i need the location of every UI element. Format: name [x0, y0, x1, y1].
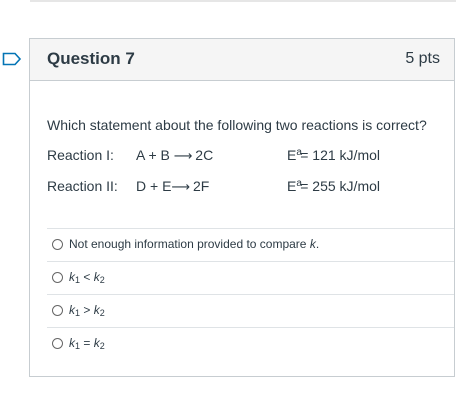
answer-label: Not enough information provided to compa…: [69, 237, 320, 251]
answer-option-2[interactable]: k1 < k2: [47, 261, 454, 293]
question-title: Question 7: [47, 49, 135, 68]
question-stem: Which statement about the following two …: [47, 117, 427, 133]
radio-button[interactable]: [52, 272, 63, 283]
question-points: 5 pts: [405, 50, 440, 67]
answer-option-3[interactable]: k1 > k2: [47, 294, 454, 326]
reaction-arrow: ⟶: [171, 179, 190, 194]
radio-button[interactable]: [52, 305, 63, 316]
answer-label: k1 > k2: [69, 303, 105, 318]
activation-energy: Ea = 121 kJ/mol: [287, 147, 380, 163]
question-card: Question 7 5 pts Which statement about t…: [29, 38, 455, 377]
question-header: Question 7 5 pts: [30, 39, 454, 81]
reaction-label: Reaction II:: [47, 178, 118, 194]
reaction-equation: D + E⟶ 2F: [136, 178, 210, 194]
activation-energy: Ea = 255 kJ/mol: [287, 178, 380, 194]
answer-option-1[interactable]: Not enough information provided to compa…: [47, 228, 454, 260]
reaction-arrow: ⟶: [173, 148, 193, 163]
answer-label: k1 < k2: [69, 270, 105, 285]
flag-question-icon[interactable]: [2, 52, 22, 66]
radio-button[interactable]: [52, 239, 63, 250]
reaction-label: Reaction I:: [47, 147, 114, 163]
reaction-equation: A + B ⟶ 2C: [136, 147, 214, 163]
top-divider: [30, 0, 456, 2]
answer-option-4[interactable]: k1 = k2: [47, 327, 454, 359]
radio-button[interactable]: [52, 338, 63, 349]
answer-label: k1 = k2: [69, 336, 105, 351]
